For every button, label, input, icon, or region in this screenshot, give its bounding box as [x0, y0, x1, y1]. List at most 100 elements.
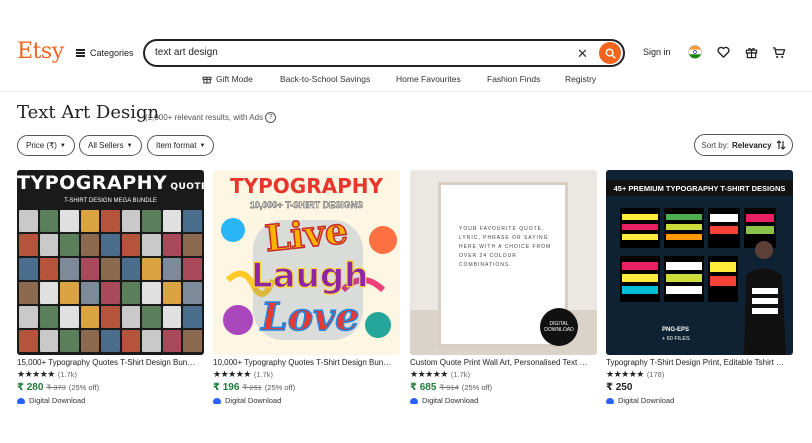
design-thumbnail — [121, 234, 141, 256]
sort-button[interactable]: Sort by: Relevancy — [694, 134, 793, 156]
design-thumbnail — [162, 282, 182, 304]
listing-card[interactable]: YOUR FAVOURITE QUOTE, LYRIC, PHRASE OR S… — [410, 170, 597, 405]
listing-image[interactable]: TYPOGRAPHYQUOTES T-SHIRT DESIGN MEGA BUN… — [17, 170, 204, 355]
subnav-home-favourites[interactable]: Home Favourites — [396, 74, 461, 84]
listing-rating: ★★★★★ (1.7k) — [17, 369, 204, 380]
listing-title[interactable]: Typography T-Shirt Design Print, Editabl… — [606, 358, 786, 367]
design-thumbnail — [142, 330, 161, 352]
design-thumbnail — [183, 258, 202, 280]
design-thumbnail — [80, 210, 100, 232]
subnav-gift-mode[interactable]: Gift Mode — [202, 74, 253, 84]
subnav-label: Registry — [565, 74, 597, 84]
listing-title[interactable]: Custom Quote Print Wall Art, Personalise… — [410, 358, 590, 367]
star-rating-icon: ★★★★★ — [17, 369, 55, 379]
design-thumbnail — [162, 330, 182, 352]
price-row: ₹ 685 ₹ 914 (25% off) — [410, 382, 597, 393]
sale-price: ₹ 196 — [213, 382, 240, 393]
subnav-fashion-finds[interactable]: Fashion Finds — [487, 74, 540, 84]
sign-in-link[interactable]: Sign in — [643, 47, 671, 57]
frame-quote: YOUR FAVOURITE QUOTE, LYRIC, PHRASE OR S… — [459, 226, 552, 268]
image-subheading: 10,000+ T-SHIRT DESIGNS — [249, 200, 364, 210]
design-thumbnail — [101, 282, 120, 304]
design-thumbnail — [39, 282, 59, 304]
caret-down-icon: ▼ — [199, 142, 206, 149]
subnav-label: Gift Mode — [216, 74, 253, 84]
clear-search-icon[interactable]: ✕ — [577, 46, 588, 62]
design-thumbnail — [19, 258, 38, 280]
listing-image[interactable]: 45+ PREMIUM TYPOGRAPHY T-SHIRT DESIGNS P… — [606, 170, 793, 355]
listing-image[interactable]: YOUR FAVOURITE QUOTE, LYRIC, PHRASE OR S… — [410, 170, 597, 355]
page-title: Text Art Design — [17, 102, 160, 123]
design-thumbnail — [101, 306, 120, 328]
design-thumbnail — [183, 234, 202, 256]
digital-download-label: Digital Download — [422, 396, 479, 405]
listing-card[interactable]: TYPOGRAPHYQUOTES T-SHIRT DESIGN MEGA BUN… — [17, 170, 204, 405]
design-thumbnail — [101, 210, 120, 232]
listing-rating: ★★★★★ (178) — [606, 369, 793, 380]
sort-prefix: Sort by: — [701, 140, 729, 150]
listing-image[interactable]: TYPOGRAPHY 10,000+ T-SHIRT DESIGNS Live … — [213, 170, 400, 355]
listing-title[interactable]: 15,000+ Typography Quotes T-Shirt Design… — [17, 358, 197, 367]
digital-download-tag: Digital Download — [213, 396, 400, 405]
ads-info-icon[interactable]: ? — [265, 112, 277, 123]
listing-card[interactable]: TYPOGRAPHY 10,000+ T-SHIRT DESIGNS Live … — [213, 170, 400, 405]
item-format-label: Item format — [156, 141, 197, 150]
rating-count: (1.7k) — [450, 370, 471, 379]
rating-count: (1.7k) — [253, 370, 274, 379]
hamburger-icon — [76, 49, 85, 57]
category-subnav: Gift Mode Back-to-School Savings Home Fa… — [0, 72, 812, 88]
item-format-filter[interactable]: Item format ▼ — [147, 135, 215, 156]
sellers-filter[interactable]: All Sellers ▼ — [79, 135, 142, 156]
design-thumbnail — [39, 306, 59, 328]
design-thumbnail — [162, 234, 182, 256]
heart-icon[interactable] — [714, 43, 732, 61]
sale-price: ₹ 280 — [17, 382, 44, 393]
price-row: ₹ 250 — [606, 382, 793, 393]
image-word-love: Love — [260, 293, 360, 340]
original-price: ₹ 261 — [242, 383, 262, 392]
design-thumbnail — [80, 282, 100, 304]
design-thumbnail — [80, 306, 100, 328]
listing-rating: ★★★★★ (1.7k) — [410, 369, 597, 380]
search-button[interactable] — [599, 42, 621, 64]
design-thumbnail — [60, 210, 79, 232]
star-rating-icon: ★★★★★ — [410, 369, 448, 379]
image-footer-2: + 60 FILES — [662, 336, 690, 342]
price-filter[interactable]: Price (₹) ▼ — [17, 135, 75, 156]
subnav-registry[interactable]: Registry — [565, 74, 596, 84]
gift-icon[interactable] — [742, 43, 760, 61]
search-input[interactable] — [155, 47, 555, 58]
listing-title[interactable]: 10,000+ Typography Quotes T-Shirt Design… — [213, 358, 393, 367]
cloud-download-icon — [213, 397, 221, 404]
image-heading: TYPOGRAPHYQUOTES — [17, 172, 204, 194]
digital-download-label: Digital Download — [29, 396, 86, 405]
design-thumbnail — [121, 330, 141, 352]
design-thumbnail — [19, 282, 38, 304]
categories-button[interactable]: Categories — [76, 44, 134, 62]
design-thumbnail — [19, 330, 38, 352]
tshirt-design-collage — [620, 208, 786, 355]
subnav-label: Home Favourites — [396, 74, 461, 84]
price-row: ₹ 280 ₹ 373 (25% off) — [17, 382, 204, 393]
results-meta-text: (1,000+ relevant results, with Ads — [145, 113, 264, 122]
star-rating-icon: ★★★★★ — [606, 369, 644, 379]
header-divider — [0, 91, 812, 92]
design-thumbnail — [60, 330, 79, 352]
etsy-logo[interactable]: Etsy — [17, 39, 64, 64]
design-thumbnail — [101, 234, 120, 256]
rating-count: (178) — [646, 370, 665, 379]
results-count: (1,000+ relevant results, with Ads ? — [145, 112, 277, 123]
design-thumbnail — [121, 306, 141, 328]
cart-icon[interactable] — [770, 43, 788, 61]
design-thumbnail — [19, 210, 38, 232]
listing-card[interactable]: 45+ PREMIUM TYPOGRAPHY T-SHIRT DESIGNS P… — [606, 170, 793, 405]
original-price: ₹ 914 — [439, 383, 459, 392]
discount: (25% off) — [264, 383, 296, 392]
sort-arrows-icon — [776, 140, 785, 150]
image-word-laugh: Laugh — [250, 255, 369, 296]
design-thumbnail — [80, 234, 100, 256]
india-flag-icon[interactable] — [686, 43, 704, 61]
digital-download-tag: Digital Download — [606, 396, 793, 405]
design-thumbnail — [183, 330, 202, 352]
subnav-back-to-school[interactable]: Back-to-School Savings — [280, 74, 370, 84]
